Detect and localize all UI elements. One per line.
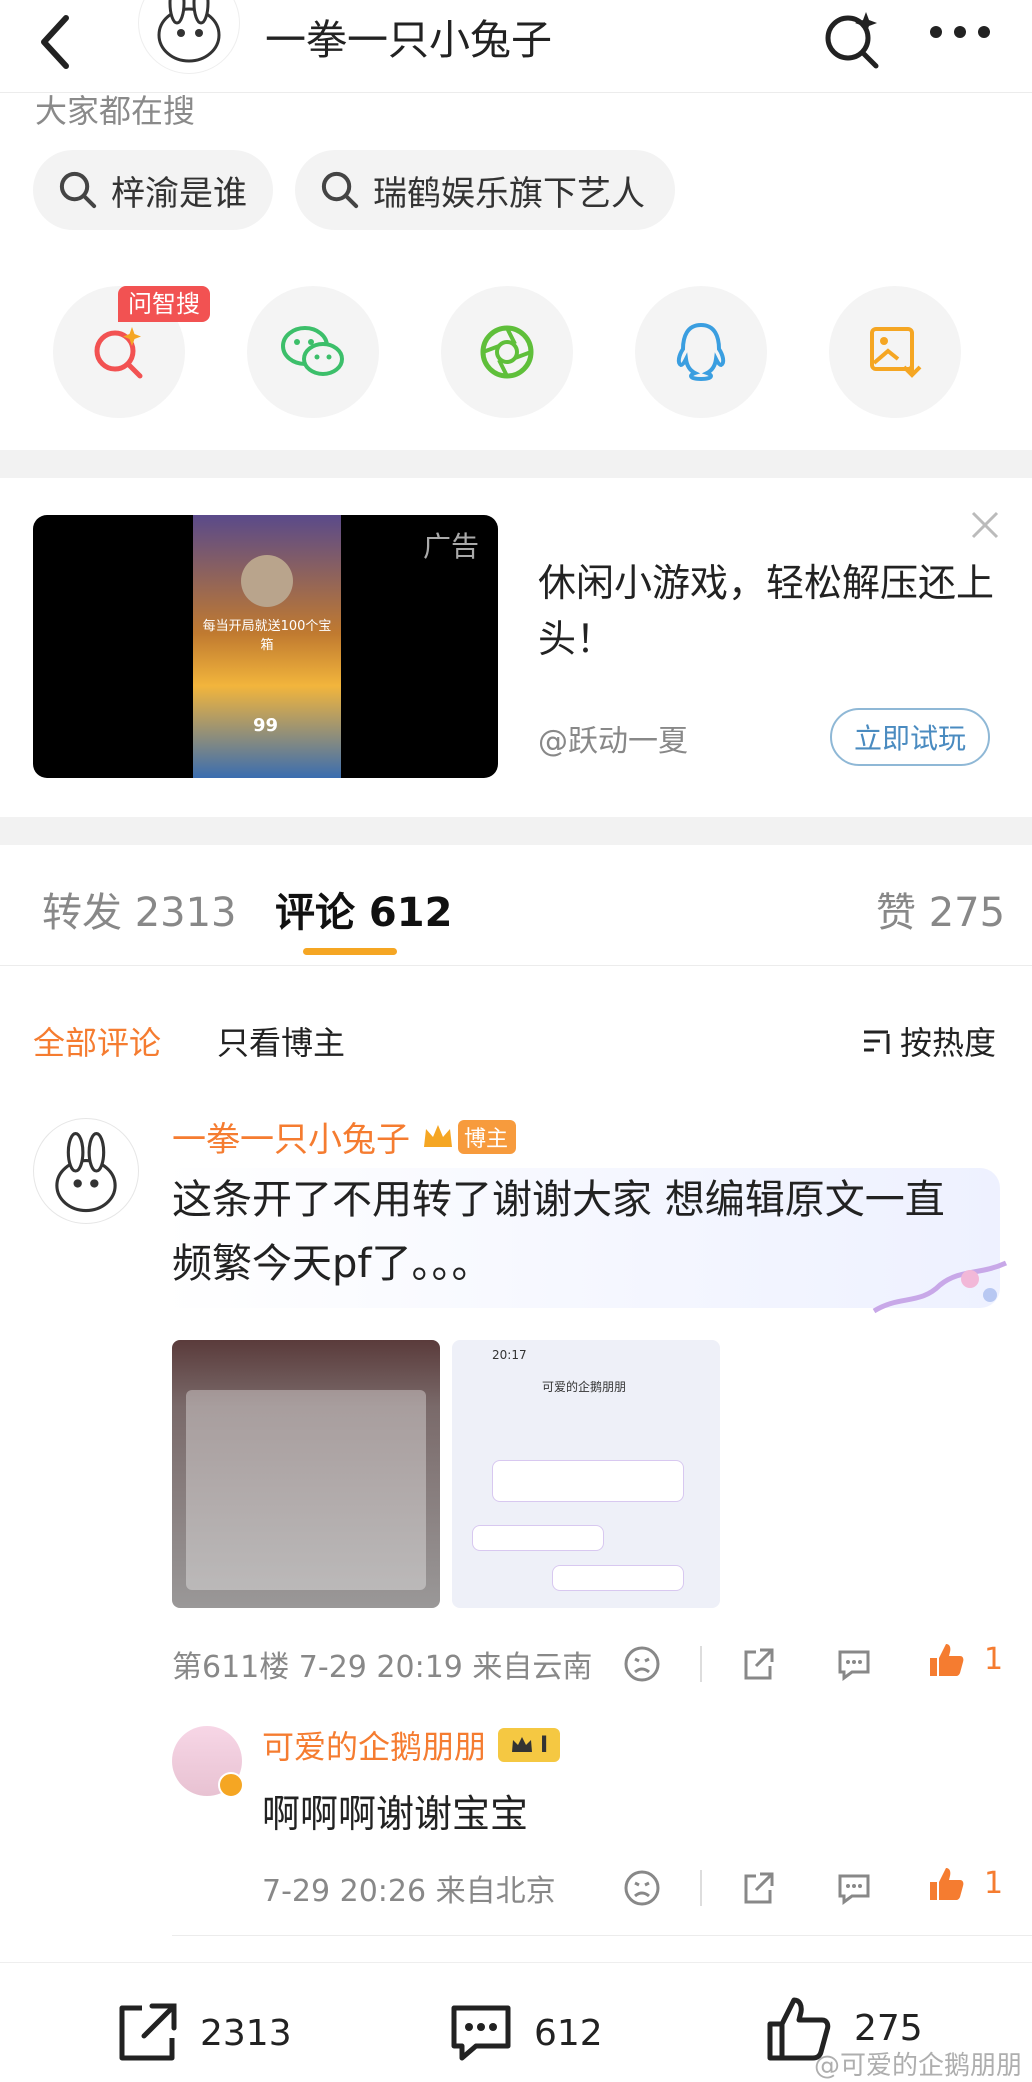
reply-like-count: 1 — [984, 1866, 1004, 1901]
sort-by-heat[interactable]: 按热度 — [862, 1018, 996, 1064]
comment-like-count: 1 — [984, 1642, 1004, 1677]
share-icon[interactable] — [738, 1868, 778, 1908]
search-icon — [59, 171, 97, 209]
save-image-button[interactable] — [829, 286, 961, 418]
repost-icon — [119, 2003, 177, 2061]
like-count: 275 — [854, 2007, 923, 2049]
ad-tag: 广告 — [423, 530, 480, 563]
reply-text[interactable]: 啊啊啊谢谢宝宝 — [262, 1783, 528, 1838]
comment-text-line: 这条开了不用转了谢谢大家 想编辑原文一直 — [172, 1177, 945, 1223]
ad-try-button[interactable]: 立即试玩 — [830, 708, 990, 766]
watermark: @可爱的企鹅朋朋 — [813, 2051, 1022, 2081]
comment-meta: 第611楼 7-29 20:19 来自云南 — [172, 1650, 593, 1685]
like-icon-active[interactable] — [926, 1864, 966, 1904]
reply-meta: 7-29 20:26 来自北京 — [262, 1874, 556, 1909]
wechat-icon — [281, 326, 344, 376]
ai-search-icon — [94, 327, 143, 379]
chat-bubble — [492, 1460, 684, 1502]
search-chip-label: 梓渝是谁 — [111, 173, 247, 214]
reply-user-name[interactable]: 可爱的企鹅朋朋 — [262, 1722, 486, 1768]
level-badge: I — [498, 1728, 561, 1762]
ad-headline[interactable]: 休闲小游戏，轻松解压还上头！ — [538, 555, 998, 667]
like-icon-active[interactable] — [926, 1640, 966, 1680]
commenter-avatar[interactable] — [33, 1118, 139, 1224]
bottom-repost-button[interactable]: 2313 — [112, 1998, 292, 2068]
top-bar: 一拳一只小兔子 — [0, 0, 1032, 92]
more-dots-icon[interactable] — [928, 22, 992, 42]
commenter-header: 一拳一只小兔子 博主 — [172, 1112, 517, 1161]
share-qq-button[interactable] — [635, 286, 767, 418]
search-chip-label: 瑞鹤娱乐旗下艺人 — [373, 173, 645, 214]
rabbit-avatar-icon — [157, 0, 221, 63]
bottom-comment-button[interactable]: 612 — [446, 1998, 603, 2068]
share-wechat-button[interactable] — [247, 286, 379, 418]
tab-likes[interactable]: 赞 275 — [876, 880, 1005, 938]
verified-badge-icon — [218, 1772, 244, 1798]
share-icon[interactable] — [738, 1644, 778, 1684]
back-arrow-icon[interactable] — [36, 12, 76, 72]
divider — [700, 1646, 702, 1682]
reply-icon[interactable] — [834, 1644, 874, 1684]
ad-game-thumbnail: 每当开局就送100个宝箱 99 — [193, 515, 341, 778]
search-chip-1[interactable]: 梓渝是谁 — [33, 150, 273, 230]
comment-count: 612 — [534, 2012, 603, 2054]
chat-bubble — [552, 1565, 684, 1591]
cat-image — [241, 555, 293, 607]
section-separator — [0, 450, 1032, 478]
reply-header: 可爱的企鹅朋朋 I — [262, 1722, 561, 1768]
section-separator — [0, 817, 1032, 845]
author-avatar[interactable] — [138, 0, 240, 74]
ad-source[interactable]: @跃动一夏 — [538, 716, 688, 760]
divider — [700, 1870, 702, 1906]
image-title: 可爱的企鹅朋朋 — [542, 1380, 627, 1394]
reply-divider — [172, 1935, 1032, 1936]
crown-icon — [424, 1124, 452, 1147]
moments-icon — [480, 325, 534, 379]
save-image-icon — [870, 327, 922, 378]
ad-video-number: 99 — [253, 715, 279, 736]
image-time: 20:17 — [492, 1348, 527, 1362]
tab-active-indicator — [303, 948, 397, 955]
share-moments-button[interactable] — [441, 286, 573, 418]
image-content — [186, 1390, 426, 1590]
dislike-face-icon[interactable] — [622, 1868, 662, 1908]
comment-image-1[interactable] — [172, 1340, 440, 1608]
search-hint: 大家都在搜 — [35, 92, 196, 130]
level-label: I — [540, 1732, 549, 1758]
filter-all-comments[interactable]: 全部评论 — [33, 1018, 161, 1064]
tab-repost[interactable]: 转发 2313 — [42, 880, 237, 938]
close-icon[interactable] — [970, 510, 1000, 540]
blogger-badge: 博主 — [458, 1119, 517, 1154]
qq-icon — [676, 322, 726, 382]
tab-comments[interactable]: 评论 612 — [275, 880, 452, 938]
dislike-face-icon[interactable] — [622, 1644, 662, 1684]
search-sparkle-icon[interactable] — [820, 8, 884, 72]
comment-icon — [451, 2005, 511, 2061]
page-title: 一拳一只小兔子 — [265, 16, 552, 64]
ad-video-caption: 每当开局就送100个宝箱 — [202, 619, 332, 653]
sort-icon — [864, 1030, 890, 1054]
commenter-name[interactable]: 一拳一只小兔子 — [172, 1112, 410, 1161]
tabs-divider — [0, 965, 1032, 966]
search-icon — [321, 171, 359, 209]
filter-blogger-only[interactable]: 只看博主 — [217, 1018, 345, 1064]
comment-text[interactable]: 这条开了不用转了谢谢大家 想编辑原文一直 频繁今天pf了。。。 — [172, 1168, 992, 1296]
search-chip-2[interactable]: 瑞鹤娱乐旗下艺人 — [295, 150, 675, 230]
ai-search-badge: 问智搜 — [118, 286, 210, 322]
rabbit-avatar-icon — [55, 1132, 117, 1213]
chat-bubble — [472, 1525, 604, 1551]
repost-count: 2313 — [200, 2012, 292, 2054]
crown-icon — [512, 1737, 533, 1752]
comment-text-line: 频繁今天pf了。。。 — [172, 1241, 492, 1287]
comment-image-2[interactable]: 20:17 可爱的企鹅朋朋 — [452, 1340, 720, 1608]
sort-label: 按热度 — [900, 1024, 997, 1062]
reply-icon[interactable] — [834, 1868, 874, 1908]
